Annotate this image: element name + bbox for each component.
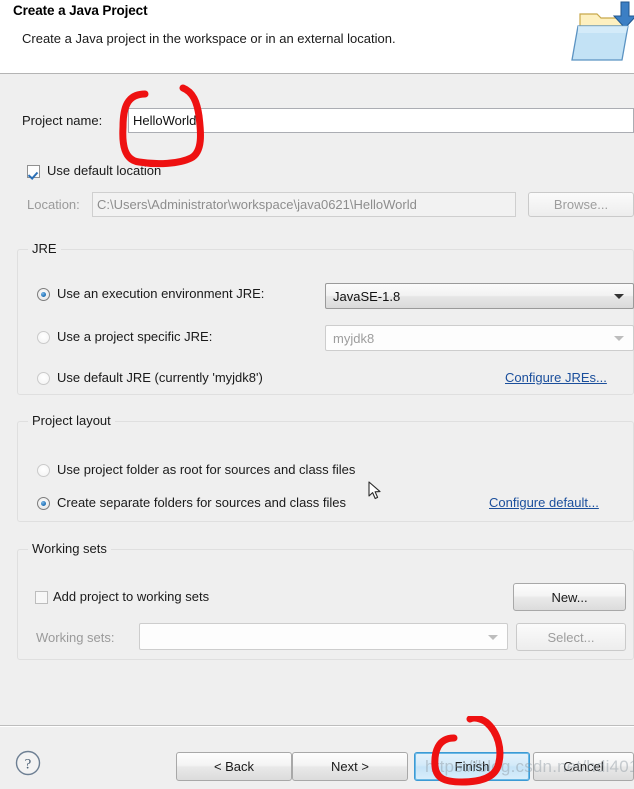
back-button[interactable]: < Back [176, 752, 292, 781]
execution-environment-combo[interactable]: JavaSE-1.8 [325, 283, 634, 309]
location-label: Location: [27, 197, 80, 212]
jre-execution-environment-radio[interactable] [37, 288, 50, 301]
create-java-project-dialog: Create a Java Project Create a Java proj… [0, 0, 634, 789]
svg-text:?: ? [25, 757, 32, 773]
chevron-down-icon [614, 336, 624, 341]
next-button[interactable]: Next > [292, 752, 408, 781]
working-sets-combo[interactable] [139, 623, 508, 650]
add-project-to-working-sets-checkbox[interactable] [35, 591, 48, 604]
java-project-folder-icon [566, 0, 634, 68]
project-name-value: HelloWorld [133, 113, 197, 128]
use-default-location-label: Use default location [47, 163, 162, 178]
chevron-down-icon [488, 634, 498, 640]
working-sets-label: Working sets: [36, 630, 115, 645]
working-sets-group-title: Working sets [28, 541, 111, 556]
layout-separate-folders-label: Create separate folders for sources and … [57, 495, 347, 510]
project-specific-jre-combo[interactable]: myjdk8 [325, 325, 634, 351]
text-caret [197, 113, 199, 128]
project-name-label: Project name: [22, 113, 103, 128]
project-specific-jre-value: myjdk8 [333, 330, 375, 346]
layout-project-folder-label: Use project folder as root for sources a… [57, 462, 356, 477]
project-layout-group-title: Project layout [28, 413, 115, 428]
layout-project-folder-radio[interactable] [37, 464, 50, 477]
page-title: Create a Java Project [13, 3, 148, 18]
page-description: Create a Java project in the workspace o… [22, 31, 396, 46]
jre-group-title: JRE [28, 241, 61, 256]
configure-default-link[interactable]: Configure default... [489, 495, 599, 510]
dialog-header: Create a Java Project Create a Java proj… [0, 0, 634, 74]
configure-jres-link[interactable]: Configure JREs... [505, 370, 607, 385]
jre-execution-environment-label: Use an execution environment JRE: [57, 286, 265, 301]
browse-button[interactable]: Browse... [528, 192, 634, 217]
button-bar-separator-highlight [0, 726, 634, 727]
chevron-down-icon [614, 294, 624, 299]
jre-default-label: Use default JRE (currently 'myjdk8') [57, 370, 263, 385]
add-project-to-working-sets-label: Add project to working sets [53, 589, 210, 604]
location-input[interactable]: C:\Users\Administrator\workspace\java062… [92, 192, 516, 217]
execution-environment-value: JavaSE-1.8 [333, 288, 401, 304]
use-default-location-checkbox[interactable] [27, 165, 40, 178]
layout-separate-folders-radio[interactable] [37, 497, 50, 510]
select-working-set-button[interactable]: Select... [516, 623, 626, 651]
help-icon[interactable]: ? [15, 750, 41, 776]
finish-button[interactable]: Finish [414, 752, 530, 781]
location-value: C:\Users\Administrator\workspace\java062… [97, 197, 417, 212]
project-name-input[interactable]: HelloWorld [128, 108, 634, 133]
new-working-set-button[interactable]: New... [513, 583, 626, 611]
jre-project-specific-radio[interactable] [37, 331, 50, 344]
jre-default-radio[interactable] [37, 372, 50, 385]
jre-project-specific-label: Use a project specific JRE: [57, 329, 213, 344]
cancel-button[interactable]: Cancel [533, 752, 634, 781]
